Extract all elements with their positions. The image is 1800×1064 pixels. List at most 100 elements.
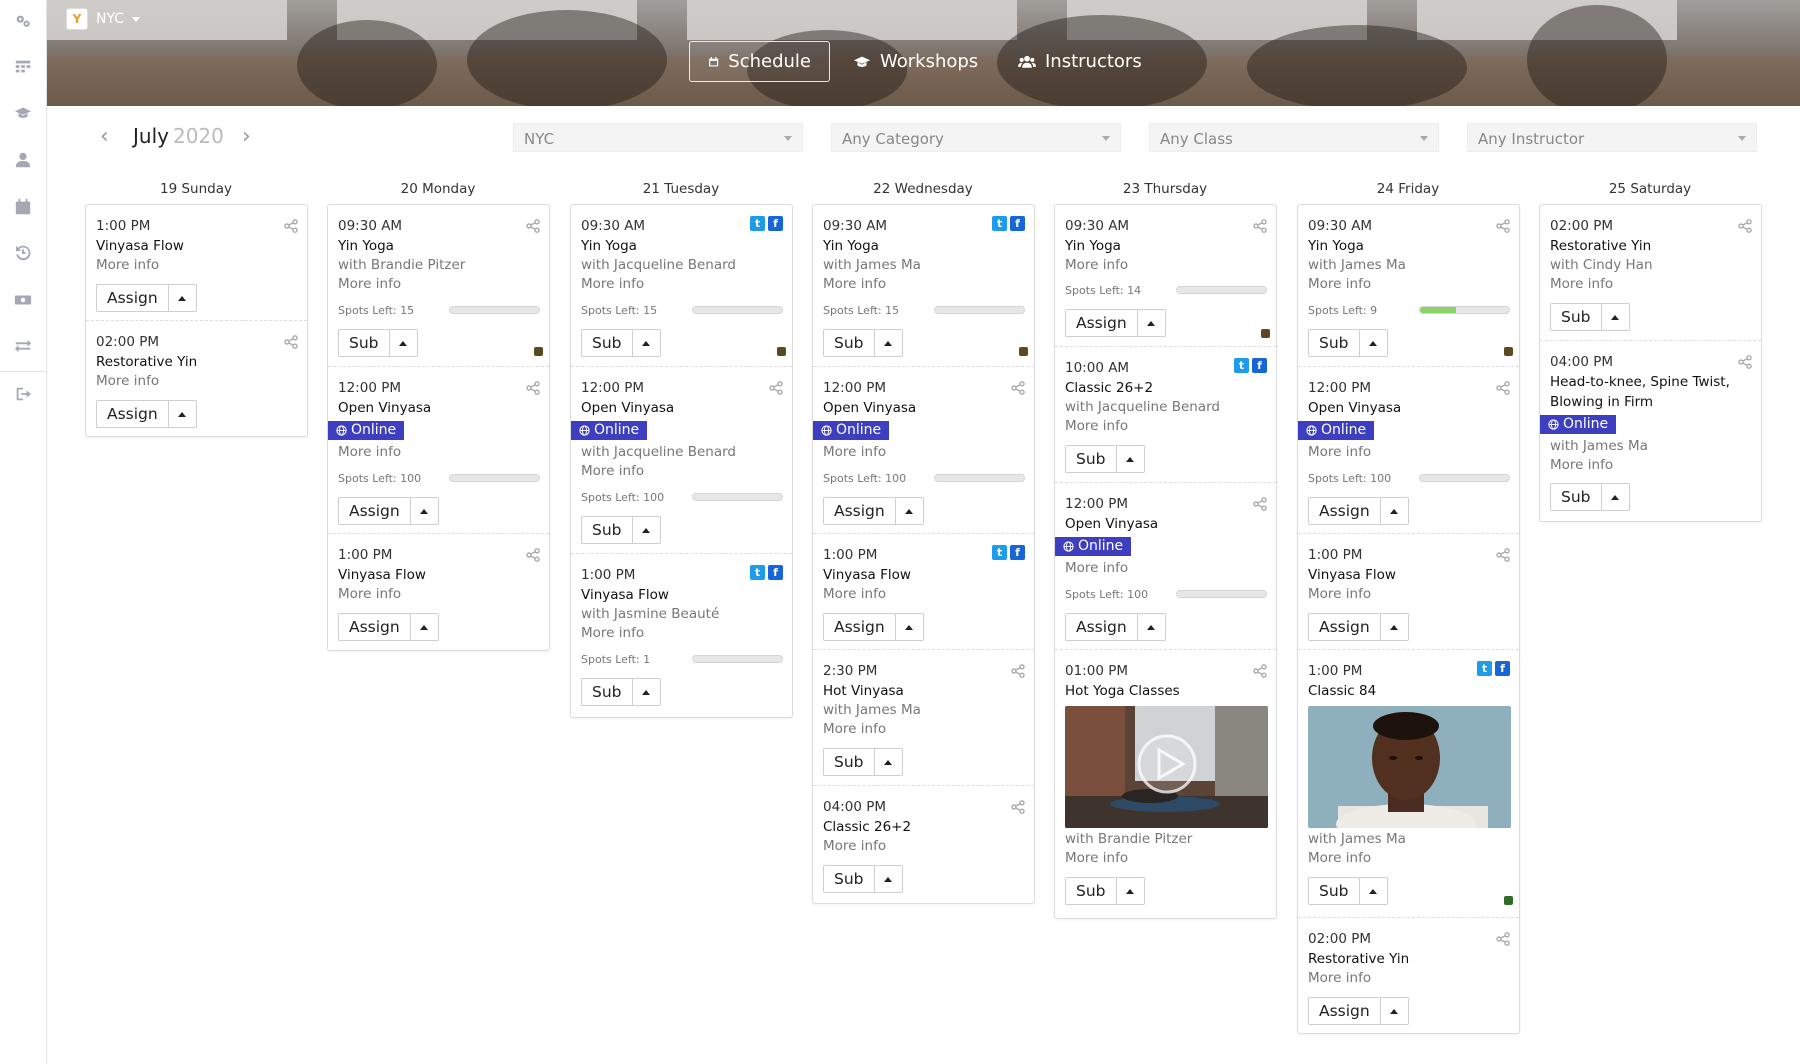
assign-button[interactable]: Assign [96,400,197,428]
sub-button[interactable]: Sub [338,329,418,357]
more-info-link[interactable]: More info [823,444,886,460]
share-icon[interactable] [1496,547,1510,561]
class-card[interactable]: 01:00 PM Hot Yoga Classes with Brandie P… [1055,650,1276,920]
caret-up-icon[interactable] [896,614,923,640]
more-info-link[interactable]: More info [1065,257,1128,273]
assign-button[interactable]: Assign [338,497,439,525]
class-card[interactable]: 09:30 AM Yin Yoga with James Ma More inf… [1298,205,1519,367]
class-card[interactable]: 09:30 AM tf Yin Yoga with James Ma More … [813,205,1034,367]
facebook-icon[interactable]: f [768,216,783,231]
facebook-icon[interactable]: f [768,565,783,580]
class-filter[interactable]: Any Class [1149,123,1439,152]
share-icon[interactable] [1496,931,1510,945]
more-info-link[interactable]: More info [823,276,886,292]
caret-up-icon[interactable] [1117,446,1144,472]
caret-up-icon[interactable] [1138,614,1165,640]
sub-button[interactable]: Sub [581,678,661,706]
class-card[interactable]: 12:00 PM Open Vinyasa Online More info S… [1298,367,1519,534]
caret-up-icon[interactable] [633,517,660,543]
user-icon[interactable] [13,150,33,170]
share-icon[interactable] [1738,218,1752,232]
caret-up-icon[interactable] [1381,998,1408,1024]
assign-button[interactable]: Assign [823,613,924,641]
class-card[interactable]: 12:00 PM Open Vinyasa Online with Jacque… [571,367,792,554]
facebook-icon[interactable]: f [1495,661,1510,676]
class-card[interactable]: 02:00 PM Restorative Yin More info Assig… [1298,918,1519,1035]
twitter-icon[interactable]: t [992,545,1007,560]
calendar-icon[interactable] [13,197,33,217]
sub-button[interactable]: Sub [823,329,903,357]
class-card[interactable]: 1:00 PM Vinyasa Flow More info Assign [86,205,307,321]
share-icon[interactable] [1011,663,1025,677]
more-info-link[interactable]: More info [1308,850,1371,866]
twitter-icon[interactable]: t [750,216,765,231]
more-info-link[interactable]: More info [338,276,401,292]
facebook-icon[interactable]: f [1010,216,1025,231]
exchange-icon[interactable] [13,336,33,356]
more-info-link[interactable]: More info [1550,457,1613,473]
more-info-link[interactable]: More info [823,586,886,602]
next-month-button[interactable]: › [242,124,251,149]
twitter-icon[interactable]: t [750,565,765,580]
assign-button[interactable]: Assign [96,284,197,312]
class-card[interactable]: 1:00 PM Vinyasa Flow More info Assign [328,534,549,650]
more-info-link[interactable]: More info [581,276,644,292]
share-icon[interactable] [1496,380,1510,394]
share-icon[interactable] [1011,380,1025,394]
caret-up-icon[interactable] [1117,878,1144,904]
location-filter[interactable]: NYC [513,123,803,152]
more-info-link[interactable]: More info [1065,560,1128,576]
more-info-link[interactable]: More info [338,586,401,602]
settings-icon[interactable] [13,11,33,31]
class-card[interactable]: 10:00 AM tf Classic 26+2 with Jacqueline… [1055,347,1276,483]
more-info-link[interactable]: More info [1308,586,1371,602]
caret-up-icon[interactable] [169,285,196,311]
twitter-icon[interactable]: t [1234,358,1249,373]
sub-button[interactable]: Sub [823,748,903,776]
class-card[interactable]: 12:00 PM Open Vinyasa Online More info S… [813,367,1034,534]
more-info-link[interactable]: More info [823,721,886,737]
sub-button[interactable]: Sub [1065,877,1145,905]
class-card[interactable]: 09:30 AM Yin Yoga with Brandie Pitzer Mo… [328,205,549,367]
sub-button[interactable]: Sub [1550,303,1630,331]
sub-button[interactable]: Sub [1308,329,1388,357]
sub-button[interactable]: Sub [823,865,903,893]
caret-up-icon[interactable] [390,330,417,356]
history-icon[interactable] [13,243,33,263]
class-card[interactable]: 1:00 PM Vinyasa Flow More info Assign [1298,534,1519,650]
class-card[interactable]: 1:00 PM tf Vinyasa Flow More info Assign [813,534,1034,650]
tab-schedule[interactable]: Schedule [689,41,830,82]
share-icon[interactable] [284,334,298,348]
twitter-icon[interactable]: t [1477,661,1492,676]
class-card[interactable]: 09:30 AM tf Yin Yoga with Jacqueline Ben… [571,205,792,367]
assign-button[interactable]: Assign [1308,997,1409,1025]
more-info-link[interactable]: More info [823,838,886,854]
logout-icon[interactable] [13,384,33,404]
sub-button[interactable]: Sub [1065,445,1145,473]
class-video-thumbnail[interactable] [1065,706,1268,828]
money-icon[interactable] [13,290,33,310]
facebook-icon[interactable]: f [1010,545,1025,560]
more-info-link[interactable]: More info [1065,418,1128,434]
share-icon[interactable] [526,547,540,561]
assign-button[interactable]: Assign [1065,613,1166,641]
caret-up-icon[interactable] [1381,614,1408,640]
caret-up-icon[interactable] [633,330,660,356]
prev-month-button[interactable]: ‹ [100,124,109,149]
more-info-link[interactable]: More info [1308,444,1371,460]
class-card[interactable]: 02:00 PM Restorative Yin More info Assig… [86,321,307,436]
share-icon[interactable] [1253,663,1267,677]
share-icon[interactable] [1253,218,1267,232]
twitter-icon[interactable]: t [992,216,1007,231]
more-info-link[interactable]: More info [1308,970,1371,986]
assign-button[interactable]: Assign [1308,497,1409,525]
share-icon[interactable] [1253,496,1267,510]
caret-up-icon[interactable] [1602,484,1629,510]
caret-up-icon[interactable] [896,498,923,524]
graduation-cap-icon[interactable] [13,103,33,123]
more-info-link[interactable]: More info [581,625,644,641]
location-switcher[interactable]: Y NYC [66,8,141,30]
assign-button[interactable]: Assign [1065,309,1166,337]
class-card[interactable]: 12:00 PM Open Vinyasa Online More info S… [1055,483,1276,650]
caret-up-icon[interactable] [411,614,438,640]
